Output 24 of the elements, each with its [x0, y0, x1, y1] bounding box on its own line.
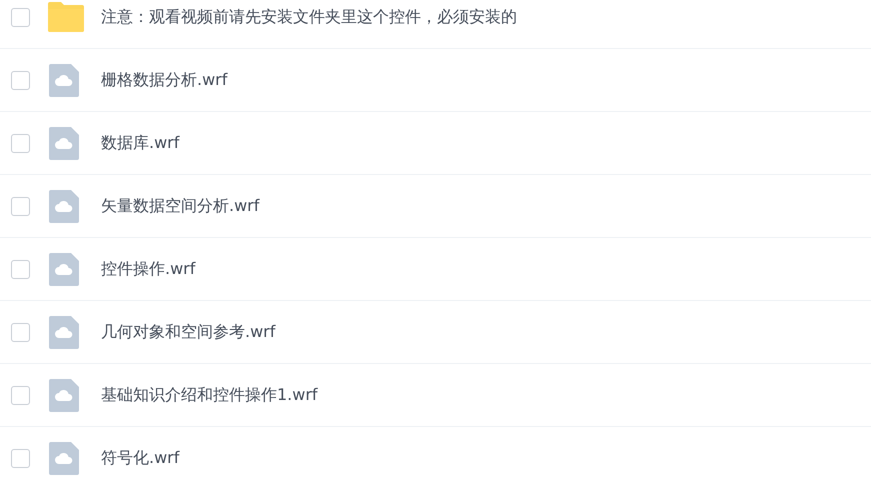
checkbox[interactable]	[11, 8, 30, 26]
cloud-file-icon	[49, 442, 79, 474]
file-name[interactable]: 符号化.wrf	[101, 446, 180, 470]
cloud-file-icon	[49, 64, 79, 96]
checkbox[interactable]	[11, 134, 30, 152]
checkbox[interactable]	[11, 322, 30, 342]
cloud-file-icon	[49, 378, 79, 412]
checkbox[interactable]	[11, 386, 30, 404]
cloud-file-icon	[49, 252, 79, 286]
cloud-file-icon	[49, 190, 79, 222]
file-name[interactable]: 控件操作.wrf	[101, 257, 196, 281]
file-name[interactable]: 数据库.wrf	[101, 131, 180, 155]
cloud-file-icon	[49, 316, 79, 348]
checkbox[interactable]	[11, 196, 30, 216]
file-name[interactable]: 矢量数据空间分析.wrf	[101, 194, 260, 218]
checkbox[interactable]	[11, 70, 30, 90]
file-name[interactable]: 基础知识介绍和控件操作1.wrf	[101, 383, 318, 407]
cloud-file-icon	[49, 126, 79, 160]
file-name[interactable]: 栅格数据分析.wrf	[101, 68, 228, 92]
file-name[interactable]: 几何对象和空间参考.wrf	[101, 320, 276, 344]
folder-icon	[48, 2, 84, 32]
checkbox[interactable]	[11, 260, 30, 278]
checkbox[interactable]	[11, 448, 30, 468]
file-name[interactable]: 注意：观看视频前请先安装文件夹里这个控件，必须安装的	[101, 5, 517, 29]
